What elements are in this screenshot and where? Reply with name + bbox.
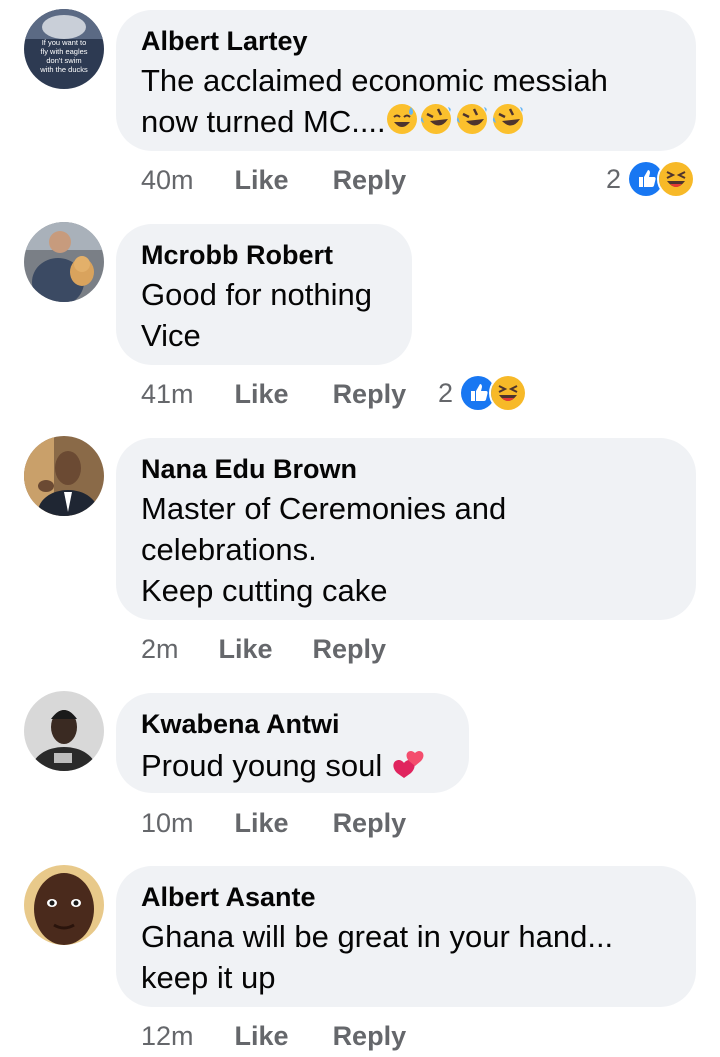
avatar[interactable]: [24, 865, 104, 945]
comment-text: The acclaimed economic messiah now turne…: [141, 63, 608, 139]
haha-reaction-icon: [489, 374, 528, 412]
comment-timestamp[interactable]: 2m: [141, 634, 179, 665]
comment-timestamp[interactable]: 12m: [141, 1021, 194, 1052]
reply-button[interactable]: Reply: [313, 634, 387, 665]
comment-author[interactable]: Mcrobb Robert: [141, 240, 386, 270]
comment-actions: 41m Like Reply: [141, 379, 406, 410]
like-button[interactable]: Like: [235, 379, 289, 410]
rofl-emoji-icon: [490, 103, 526, 135]
comment-bubble: Nana Edu Brown Master of Ceremonies and …: [116, 438, 696, 620]
rofl-emoji-icon: [418, 103, 454, 135]
rofl-emoji-icon: [454, 103, 490, 135]
reaction-count: 2: [606, 163, 622, 194]
reactions-summary[interactable]: 2: [606, 160, 696, 198]
comment-bubble: Albert Asante Ghana will be great in you…: [116, 866, 696, 1007]
comment-actions: 40m Like Reply: [141, 165, 406, 196]
avatar[interactable]: If you want to fly with eagles don't swi…: [24, 9, 104, 89]
man-with-dog-avatar-image: [24, 222, 104, 302]
sweat-smile-emoji-icon: [386, 103, 418, 135]
avatar[interactable]: [24, 222, 104, 302]
avatar[interactable]: [24, 436, 104, 516]
comment-timestamp[interactable]: 40m: [141, 165, 194, 196]
comment-text: Ghana will be great in your hand... keep…: [141, 919, 614, 995]
reactions-summary[interactable]: 2: [438, 374, 528, 412]
comment-actions: 2m Like Reply: [141, 634, 386, 665]
avatar[interactable]: [24, 691, 104, 771]
like-button[interactable]: Like: [219, 634, 273, 665]
face-closeup-avatar-image: [24, 865, 104, 945]
comment-timestamp[interactable]: 10m: [141, 808, 194, 839]
haha-reaction-icon: [657, 160, 696, 198]
svg-text:fly with eagles: fly with eagles: [40, 47, 87, 56]
two-hearts-emoji-icon: [391, 743, 427, 779]
reply-button[interactable]: Reply: [333, 1021, 407, 1052]
comment-text: Master of Ceremonies and celebrations. K…: [141, 491, 507, 608]
comment-bubble: Mcrobb Robert Good for nothing Vice: [116, 224, 412, 365]
reply-button[interactable]: Reply: [333, 165, 407, 196]
eagle-quote-avatar-image: If you want to fly with eagles don't swi…: [24, 9, 104, 89]
svg-text:If you want to: If you want to: [42, 38, 87, 47]
man-in-suit-avatar-image: [24, 436, 104, 516]
comment-text: Proud young soul: [141, 743, 443, 786]
comment-author[interactable]: Albert Lartey: [141, 26, 670, 56]
comment-text: Good for nothing Vice: [141, 277, 372, 353]
comment-timestamp[interactable]: 41m: [141, 379, 194, 410]
reply-button[interactable]: Reply: [333, 379, 407, 410]
like-button[interactable]: Like: [235, 1021, 289, 1052]
like-button[interactable]: Like: [235, 808, 289, 839]
comment-actions: 10m Like Reply: [141, 808, 406, 839]
comment-author[interactable]: Kwabena Antwi: [141, 709, 443, 739]
comment-author[interactable]: Nana Edu Brown: [141, 454, 670, 484]
svg-text:with the ducks: with the ducks: [39, 65, 88, 74]
comment-author[interactable]: Albert Asante: [141, 882, 670, 912]
comment-bubble: Kwabena Antwi Proud young soul: [116, 693, 469, 793]
comment-actions: 12m Like Reply: [141, 1021, 406, 1052]
man-portrait-avatar-image: [24, 691, 104, 771]
comment-bubble: Albert Lartey The acclaimed economic mes…: [116, 10, 696, 151]
reply-button[interactable]: Reply: [333, 808, 407, 839]
like-button[interactable]: Like: [235, 165, 289, 196]
svg-text:don't swim: don't swim: [46, 56, 81, 65]
reaction-count: 2: [438, 377, 454, 408]
